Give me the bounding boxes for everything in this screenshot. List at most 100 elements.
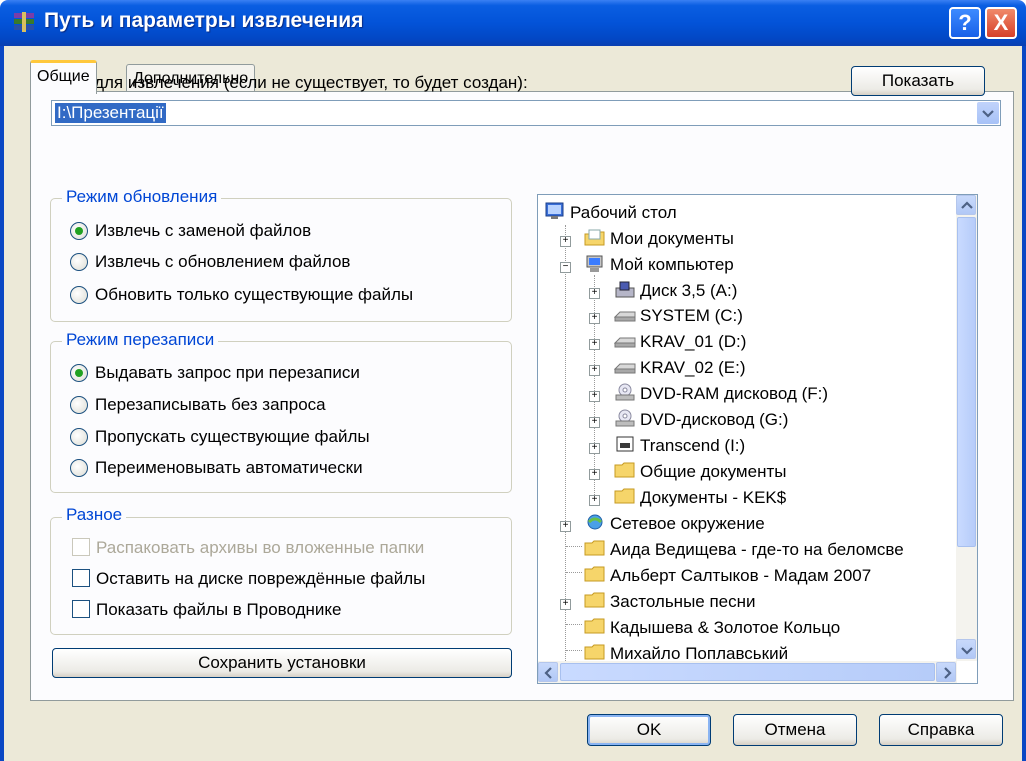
radio-overwrite-silent-label[interactable]: Перезаписывать без запроса <box>95 395 326 415</box>
scroll-down-button[interactable] <box>956 639 976 659</box>
tab-general[interactable]: Общие <box>30 60 97 94</box>
horizontal-scrollbar[interactable] <box>538 661 957 683</box>
radio-auto-rename-label[interactable]: Переименовывать автоматически <box>95 458 363 478</box>
path-label: Путь для извлечения (если не существует,… <box>52 73 528 92</box>
tree-item-folder[interactable]: Аида Ведищева - где-то на беломсве <box>610 540 904 560</box>
expand-icon[interactable]: + <box>589 443 600 454</box>
radio-ask-overwrite[interactable] <box>70 364 88 382</box>
path-combobox[interactable]: I:\Презентації <box>51 100 1001 126</box>
checkbox-nested-folders-label[interactable]: Распаковать архивы во вложенные папки <box>96 538 424 558</box>
hard-drive-icon <box>614 311 636 322</box>
scroll-right-button[interactable] <box>936 662 956 682</box>
tree-line <box>566 650 582 651</box>
title-bar[interactable]: Путь и параметры извлечения ? X <box>0 0 1026 46</box>
tree-line <box>566 546 582 547</box>
tree-item-drive-f[interactable]: DVD-RAM дисковод (F:) <box>640 384 828 404</box>
winrar-icon <box>14 12 34 32</box>
radio-ask-overwrite-label[interactable]: Выдавать запрос при перезаписи <box>95 363 360 383</box>
tree-line <box>566 572 582 573</box>
tree-item-kek-docs[interactable]: Документы - KEK$ <box>640 488 786 508</box>
tree-item-drive-d[interactable]: KRAV_01 (D:) <box>640 332 746 352</box>
scroll-thumb[interactable] <box>957 217 976 547</box>
tree-item-drive-e[interactable]: KRAV_02 (E:) <box>640 358 746 378</box>
collapse-icon[interactable]: − <box>560 262 571 273</box>
radio-extract-replace-label[interactable]: Извлечь с заменой файлов <box>95 221 311 241</box>
tree-line <box>566 624 582 625</box>
checkbox-keep-broken[interactable] <box>72 569 90 587</box>
expand-icon[interactable]: + <box>589 391 600 402</box>
radio-update-existing[interactable] <box>70 286 88 304</box>
checkbox-nested-folders[interactable] <box>72 538 90 556</box>
folder-icon <box>614 488 635 504</box>
vertical-scrollbar[interactable] <box>956 195 977 661</box>
radio-auto-rename[interactable] <box>70 459 88 477</box>
ok-button[interactable]: OK <box>587 714 711 746</box>
tree-item-folder[interactable]: Альберт Салтыков - Мадам 2007 <box>610 566 871 586</box>
tree-item-desktop[interactable]: Рабочий стол <box>570 203 677 223</box>
chevron-down-icon[interactable] <box>977 102 999 124</box>
checkbox-show-in-explorer[interactable] <box>72 600 90 618</box>
radio-extract-update-label[interactable]: Извлечь с обновлением файлов <box>95 252 350 272</box>
desktop-icon <box>545 202 564 219</box>
my-documents-icon <box>584 229 605 246</box>
expand-icon[interactable]: + <box>560 236 571 247</box>
hard-drive-icon <box>614 363 636 374</box>
checkbox-keep-broken-label[interactable]: Оставить на диске повреждённые файлы <box>96 569 425 589</box>
path-input[interactable]: I:\Презентації <box>55 103 166 123</box>
tree-item-folder[interactable]: Застольные песни <box>610 592 756 612</box>
close-button[interactable]: X <box>985 7 1017 39</box>
help-title-button[interactable]: ? <box>949 7 981 39</box>
network-icon <box>587 514 603 530</box>
radio-update-existing-label[interactable]: Обновить только существующие файлы <box>95 285 413 305</box>
dvd-drive-icon <box>615 383 635 401</box>
scroll-thumb[interactable] <box>560 663 935 681</box>
radio-extract-replace[interactable] <box>70 222 88 240</box>
save-settings-button[interactable]: Сохранить установки <box>52 648 512 678</box>
floppy-drive-icon <box>615 281 635 298</box>
tree-item-shared-docs[interactable]: Общие документы <box>640 462 786 482</box>
folder-icon <box>614 462 635 478</box>
folder-icon <box>584 618 605 634</box>
expand-icon[interactable]: + <box>589 495 600 506</box>
window-title: Путь и параметры извлечения <box>44 9 364 32</box>
checkbox-show-in-explorer-label[interactable]: Показать файлы в Проводнике <box>96 600 341 620</box>
overwrite-mode-title: Режим перезаписи <box>62 330 219 350</box>
expand-icon[interactable]: + <box>589 469 600 480</box>
tree-item-drive-g[interactable]: DVD-дисковод (G:) <box>640 410 788 430</box>
expand-icon[interactable]: + <box>589 288 600 299</box>
radio-skip-existing-label[interactable]: Пропускать существующие файлы <box>95 427 370 447</box>
dvd-drive-icon <box>615 409 635 427</box>
folder-tree[interactable]: Рабочий стол + Мои документы − Мой компь… <box>537 194 978 684</box>
scroll-left-button[interactable] <box>538 662 558 682</box>
expand-icon[interactable]: + <box>589 339 600 350</box>
expand-icon[interactable]: + <box>589 313 600 324</box>
tree-item-drive-c[interactable]: SYSTEM (C:) <box>640 306 743 326</box>
tree-item-my-computer[interactable]: Мой компьютер <box>610 255 734 275</box>
radio-skip-existing[interactable] <box>70 428 88 446</box>
radio-extract-update[interactable] <box>70 253 88 271</box>
tree-item-drive-a[interactable]: Диск 3,5 (A:) <box>640 281 737 301</box>
tree-item-my-documents[interactable]: Мои документы <box>610 229 734 249</box>
removable-drive-icon <box>616 436 634 452</box>
tree-item-network[interactable]: Сетевое окружение <box>610 514 765 534</box>
tree-line <box>594 275 595 495</box>
help-button[interactable]: Справка <box>879 714 1003 746</box>
radio-overwrite-silent[interactable] <box>70 396 88 414</box>
folder-icon <box>584 566 605 582</box>
show-button[interactable]: Показать <box>851 66 985 96</box>
tree-item-folder[interactable]: Кадышева & Золотое Кольцо <box>610 618 840 638</box>
expand-icon[interactable]: + <box>589 417 600 428</box>
hard-drive-icon <box>614 337 636 348</box>
scroll-up-button[interactable] <box>956 195 976 215</box>
expand-icon[interactable]: + <box>560 599 571 610</box>
expand-icon[interactable]: + <box>560 521 571 532</box>
folder-icon <box>584 644 605 660</box>
folder-icon <box>584 540 605 556</box>
tree-item-drive-i[interactable]: Transcend (I:) <box>640 436 745 456</box>
cancel-button[interactable]: Отмена <box>733 714 857 746</box>
misc-title: Разное <box>62 505 127 525</box>
folder-icon <box>584 592 605 608</box>
my-computer-icon <box>586 255 603 272</box>
update-mode-title: Режим обновления <box>62 187 222 207</box>
expand-icon[interactable]: + <box>589 365 600 376</box>
